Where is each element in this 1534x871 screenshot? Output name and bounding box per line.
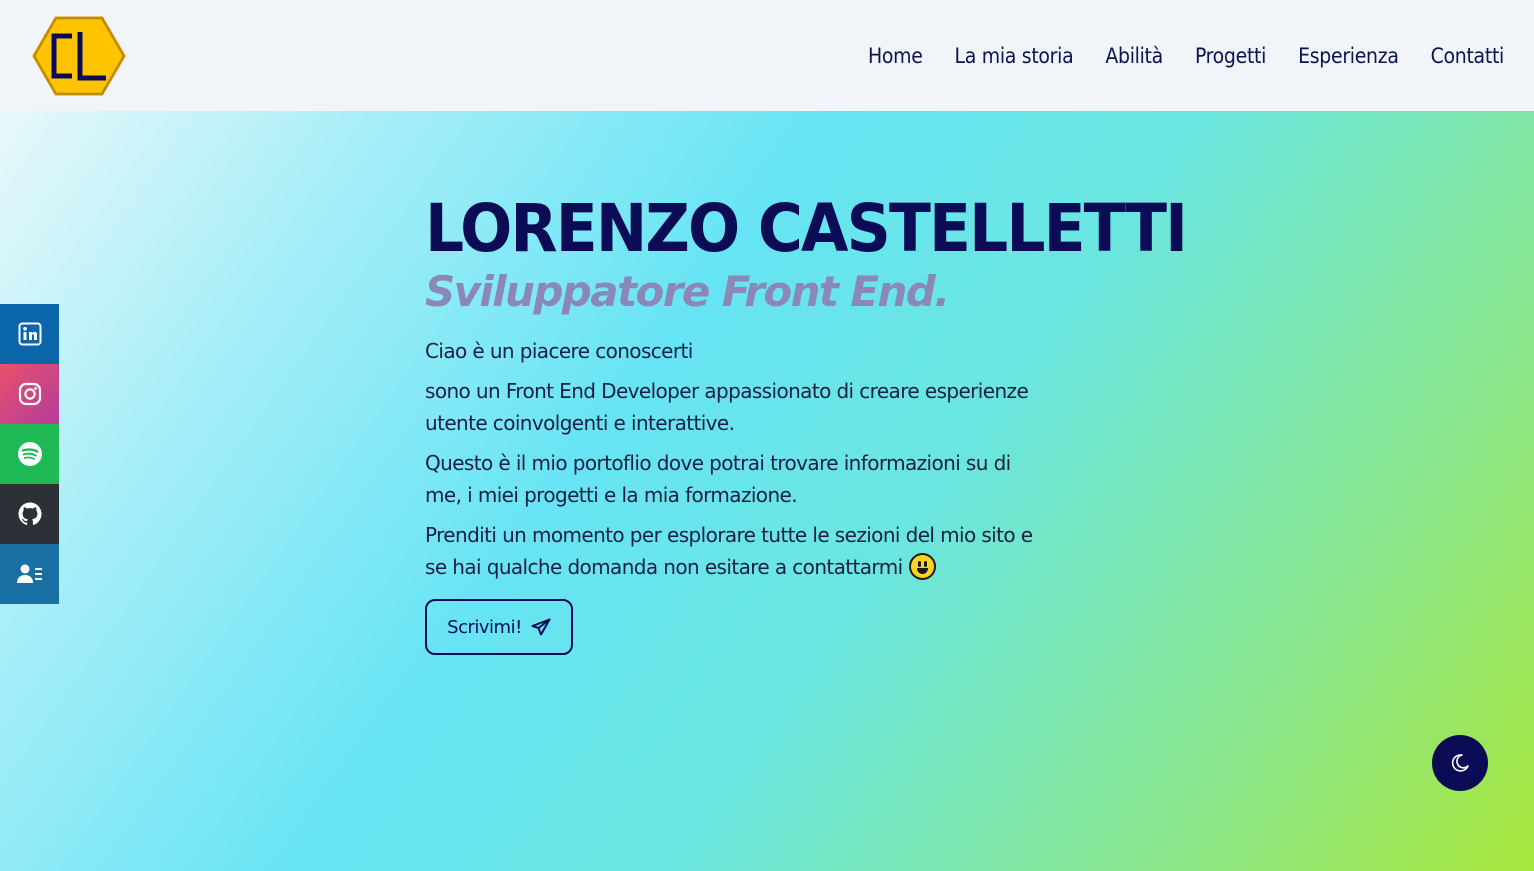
spotify-link[interactable] [0, 424, 59, 484]
linkedin-icon [18, 322, 41, 346]
hero-content: LORENZO CASTELLETTI Sviluppatore Front E… [425, 190, 1188, 656]
hero-paragraph: Questo è il mio portoflio dove potrai tr… [425, 451, 1011, 508]
hero-section: LORENZO CASTELLETTI Sviluppatore Front E… [0, 111, 1534, 871]
hero-paragraph-last: Prenditi un momento per esplorare tutte … [425, 519, 1035, 583]
github-icon [18, 502, 41, 525]
instagram-link[interactable] [0, 364, 59, 424]
write-me-button[interactable]: Scrivimi! [425, 599, 573, 656]
nav-contatti[interactable]: Contatti [1431, 44, 1505, 68]
github-link[interactable] [0, 484, 59, 544]
hero-paragraph: Ciao è un piacere conoscerti [425, 339, 693, 364]
linkedin-link[interactable] [0, 304, 59, 364]
nav-abilita[interactable]: Abilità [1105, 44, 1163, 68]
main-nav: Home La mia storia Abilità Progetti Espe… [836, 44, 1504, 68]
instagram-icon [18, 382, 41, 406]
write-me-label: Scrivimi! [447, 616, 522, 638]
nav-esperienza[interactable]: Esperienza [1298, 44, 1399, 68]
social-sidebar [0, 304, 59, 604]
hero-title: LORENZO CASTELLETTI [425, 190, 1188, 267]
theme-toggle-button[interactable] [1432, 735, 1488, 791]
smiley-emoji-icon [908, 553, 936, 581]
paper-plane-icon [531, 618, 551, 636]
contact-card-icon [16, 564, 42, 583]
contact-card-link[interactable] [0, 544, 59, 604]
hero-paragraph-text: Prenditi un momento per esplorare tutte … [425, 523, 1033, 580]
spotify-icon [17, 442, 42, 466]
nav-home[interactable]: Home [868, 44, 923, 68]
moon-icon [1451, 754, 1469, 772]
logo[interactable] [32, 16, 126, 96]
nav-progetti[interactable]: Progetti [1195, 44, 1266, 68]
site-header: Home La mia storia Abilità Progetti Espe… [0, 0, 1534, 111]
hero-paragraph: sono un Front End Developer appassionato… [425, 379, 1029, 436]
nav-la-mia-storia[interactable]: La mia storia [955, 44, 1074, 68]
logo-icon [32, 16, 126, 95]
hero-subtitle: Sviluppatore Front End. [425, 267, 950, 316]
